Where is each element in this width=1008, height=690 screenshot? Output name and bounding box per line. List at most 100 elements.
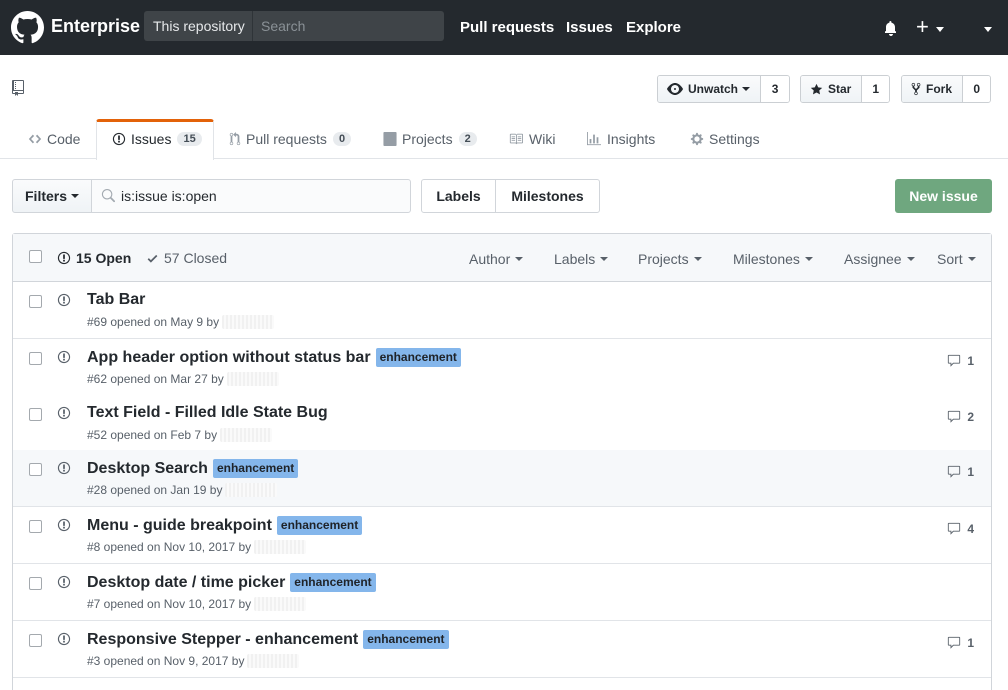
tab-projects[interactable]: Projects 2: [383, 131, 477, 147]
issue-checkbox[interactable]: [29, 352, 42, 365]
redacted-username: [220, 428, 273, 442]
tab-pull-requests[interactable]: Pull requests 0: [229, 131, 352, 147]
issue-row[interactable]: Responsive Stepper - enhancement enhancem…: [13, 621, 991, 678]
chevron-down-icon: [71, 194, 80, 198]
assignee-filter[interactable]: Assignee: [844, 251, 915, 267]
issue-search[interactable]: [91, 179, 411, 213]
search-input[interactable]: [253, 11, 444, 41]
issue-title[interactable]: Desktop Search: [87, 460, 208, 478]
project-icon: [383, 132, 397, 146]
comment-icon: [946, 636, 967, 650]
forks-count[interactable]: 0: [963, 76, 990, 102]
eye-icon: [667, 83, 683, 95]
issue-checkbox[interactable]: [29, 577, 42, 590]
redacted-username: [225, 483, 278, 497]
menu-label: Author: [469, 251, 511, 267]
closed-issues-toggle[interactable]: 57 Closed: [146, 250, 227, 266]
filters-dropdown[interactable]: Filters: [12, 179, 92, 213]
tab-wiki[interactable]: Wiki: [508, 131, 555, 147]
labels-filter[interactable]: Labels: [554, 251, 609, 267]
new-issue-button[interactable]: New issue: [895, 179, 992, 213]
tab-code[interactable]: Code: [28, 131, 80, 147]
comments-link[interactable]: 4: [946, 522, 974, 536]
menu-label: Assignee: [844, 251, 902, 267]
issue-row[interactable]: Text Field - Filled Idle State Bug #52 op…: [13, 395, 991, 452]
projects-filter[interactable]: Projects: [638, 251, 702, 267]
sort-dropdown[interactable]: Sort: [937, 251, 976, 267]
top-header: Enterprise This repository Pull requests…: [0, 0, 1008, 55]
bell-icon[interactable]: [883, 20, 899, 36]
redacted-username: [226, 372, 279, 386]
gear-icon: [690, 132, 704, 146]
issue-search-input[interactable]: [121, 180, 401, 212]
issue-label[interactable]: enhancement: [276, 516, 363, 535]
milestones-filter[interactable]: Milestones: [733, 251, 813, 267]
unwatch-button[interactable]: Unwatch: [658, 76, 762, 102]
author-filter[interactable]: Author: [469, 251, 524, 267]
issue-title[interactable]: Desktop date / time picker: [87, 574, 285, 592]
open-issues-toggle[interactable]: 15 Open: [57, 250, 131, 266]
issue-row[interactable]: Tab Bar #69 opened on May 9 by: [13, 282, 991, 339]
comments-link[interactable]: 1: [946, 636, 974, 650]
comment-count: 4: [967, 522, 974, 536]
watchers-count[interactable]: 3: [761, 76, 789, 102]
issue-checkbox[interactable]: [29, 408, 42, 421]
issue-checkbox[interactable]: [29, 295, 42, 308]
issue-opened-icon: [57, 575, 71, 592]
filters-label: Filters: [25, 188, 68, 204]
redacted-username: [254, 540, 307, 554]
issue-meta-text: #62 opened on Mar 27 by: [87, 372, 224, 386]
issue-row[interactable]: Desktop Search enhancement #28 opened on J…: [13, 450, 991, 507]
issue-row[interactable]: Desktop date / time picker enhancement #7 …: [13, 564, 991, 621]
header-search[interactable]: [252, 11, 444, 41]
issue-label[interactable]: enhancement: [375, 348, 461, 367]
issue-title[interactable]: App header option without status bar: [87, 349, 371, 367]
stars-count[interactable]: 1: [862, 76, 889, 102]
star-button[interactable]: Star: [801, 76, 863, 102]
nav-explore[interactable]: Explore: [626, 19, 681, 36]
issue-title[interactable]: Text Field - Filled Idle State Bug: [87, 404, 328, 422]
issue-label[interactable]: enhancement: [212, 459, 299, 478]
nav-issues[interactable]: Issues: [566, 19, 613, 36]
issue-checkbox[interactable]: [29, 520, 42, 533]
issue-label[interactable]: enhancement: [290, 573, 376, 592]
issue-title[interactable]: Responsive Stepper - enhancement: [87, 631, 358, 649]
github-logo-icon[interactable]: [11, 11, 44, 44]
fork-button[interactable]: Fork: [902, 76, 964, 102]
tab-insights[interactable]: Insights: [586, 131, 655, 147]
brand-name[interactable]: Enterprise: [51, 16, 140, 37]
comments-link[interactable]: 1: [946, 354, 974, 368]
plus-icon[interactable]: +: [916, 16, 929, 38]
issue-opened-icon: [57, 251, 71, 265]
issue-title[interactable]: Tab Bar: [87, 291, 145, 309]
chevron-down-icon[interactable]: [936, 27, 944, 32]
issue-title[interactable]: Menu - guide breakpoint: [87, 517, 272, 535]
unwatch-label: Unwatch: [688, 82, 739, 96]
issue-meta: #28 opened on Jan 19 by: [87, 483, 278, 497]
comment-count: 1: [967, 636, 974, 650]
closed-count: 57 Closed: [164, 250, 228, 266]
comment-count: 1: [967, 354, 974, 368]
issue-meta-text: #69 opened on May 9 by: [87, 315, 220, 329]
watch-button-group: Unwatch 3: [657, 75, 790, 103]
comments-link[interactable]: 1: [946, 465, 974, 479]
issue-checkbox[interactable]: [29, 634, 42, 647]
tab-settings[interactable]: Settings: [690, 131, 760, 147]
user-menu-chevron-icon[interactable]: [984, 27, 992, 32]
issue-row[interactable]: App header option without status bar enha…: [13, 339, 991, 396]
milestones-button[interactable]: Milestones: [495, 179, 600, 213]
issue-label[interactable]: enhancement: [363, 630, 449, 649]
comments-link[interactable]: 2: [946, 410, 974, 424]
issue-row[interactable]: Menu - guide breakpoint enhancement #8 ope…: [13, 507, 991, 564]
tab-issues[interactable]: Issues 15: [112, 131, 202, 147]
labels-button[interactable]: Labels: [421, 179, 496, 213]
issue-meta: #62 opened on Mar 27 by: [87, 372, 279, 386]
issue-meta-text: #3 opened on Nov 9, 2017 by: [87, 654, 245, 668]
issue-checkbox[interactable]: [29, 463, 42, 476]
issue-opened-icon: [57, 632, 71, 649]
comment-icon: [946, 465, 967, 479]
nav-pull-requests[interactable]: Pull requests: [460, 19, 554, 36]
select-all-checkbox[interactable]: [29, 250, 42, 263]
chevron-down-icon: [906, 257, 915, 261]
issue-opened-icon: [57, 518, 71, 535]
